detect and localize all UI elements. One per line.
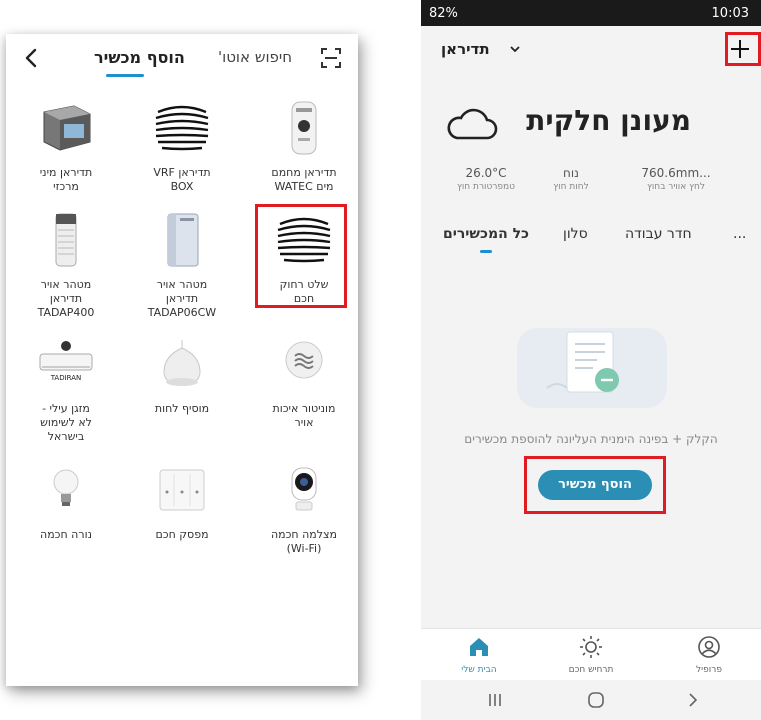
air-purifier-icon (167, 213, 199, 267)
weather-humidity: נוח לחות חוץ (553, 166, 589, 192)
device-tile-purifier-06cw[interactable]: מטהר אויר תדיראן TADAP06CW (132, 210, 232, 320)
device-tile-wall-ac[interactable]: TADIRAN מזגן עילי - לא לשימוש בישראל (16, 334, 116, 444)
bottom-nav: הבית שלי תרחיש חכם פרופיל (421, 628, 761, 681)
tab-add-device[interactable]: הוסף מכשיר (94, 48, 185, 67)
device-tile-vrf-box[interactable]: תדיראן VRF BOX (132, 98, 232, 194)
camera-icon (291, 467, 317, 511)
device-tile-water-heater[interactable]: תדיראן מחמם מים WATEC (254, 98, 354, 194)
device-tile-mini-central[interactable]: תדיראן מיני מרכזי (16, 98, 116, 194)
home-button-icon[interactable] (587, 691, 605, 709)
device-label: נורה חכמה (40, 528, 92, 541)
tadiran-logo-icon (155, 105, 209, 151)
water-heater-icon (291, 101, 317, 155)
empty-document-icon (517, 328, 667, 408)
empty-state-hint: הקלק + בפינה הימנית העליונה להוספת מכשיר… (464, 432, 718, 446)
device-label: מוסיף לחות (154, 402, 210, 415)
device-label: תדיראן מיני מרכזי (39, 166, 93, 193)
device-tile-bulb[interactable]: נורה חכמה (16, 460, 116, 542)
bulb-icon (53, 469, 79, 506)
device-label: מוניטור איכות אויר (272, 402, 336, 429)
device-tile-humidifier[interactable]: מוסיף לחות (132, 334, 232, 416)
device-tile-air-quality[interactable]: מוניטור איכות אויר (254, 334, 354, 430)
humidifier-icon (163, 340, 201, 386)
sun-icon (580, 636, 602, 658)
weather-temperature: 26.0°C טמפרטורת חוץ (457, 166, 515, 192)
room-tab-all[interactable]: כל המכשירים (443, 226, 529, 242)
highlight-plus (725, 32, 761, 66)
device-label: מטהר אויר תדיראן TADAP06CW (147, 278, 217, 319)
mini-central-ac-icon (43, 105, 91, 151)
weather-condition: מעונן חלקית (526, 104, 691, 137)
room-tab-living[interactable]: סלון (563, 226, 588, 242)
device-tile-switch[interactable]: מפסק חכם (132, 460, 232, 542)
add-device-header: הוסף מכשיר חיפוש אוטו' (6, 34, 358, 86)
device-label: מזגן עילי - לא לשימוש בישראל (40, 402, 92, 443)
device-label: מפסק חכם (155, 528, 209, 541)
highlight-smart-remote (255, 204, 347, 308)
system-nav-bar (421, 680, 761, 720)
room-tab-indicator (480, 250, 492, 253)
home-icon (470, 638, 488, 656)
cloud-icon (447, 108, 498, 140)
device-tile-purifier-400[interactable]: מטהר אויר תדיראן TADAP400 (16, 210, 116, 320)
device-tile-camera[interactable]: מצלמה חכמה (Wi-Fi) (254, 460, 354, 556)
air-quality-icon (285, 341, 323, 379)
highlight-add-device (524, 456, 666, 514)
nav-home[interactable]: הבית שלי (439, 629, 519, 675)
back-arrow-icon[interactable] (20, 46, 44, 70)
tab-auto-search[interactable]: חיפוש אוטו' (218, 48, 292, 66)
add-device-screen: הוסף מכשיר חיפוש אוטו' תדיראן מחמם מים W… (6, 34, 358, 686)
tab-active-indicator (106, 74, 144, 77)
svg-text:TADIRAN: TADIRAN (50, 374, 82, 382)
home-selector[interactable]: תדיראן (441, 40, 490, 58)
device-label: מצלמה חכמה (Wi-Fi) (270, 528, 338, 555)
device-label: מטהר אויר תדיראן TADAP400 (37, 278, 95, 319)
recents-icon[interactable] (487, 692, 503, 708)
weather-pressure: 760.6mm... לחץ אוויר בחוץ (641, 166, 711, 192)
battery-level: 82% (429, 6, 458, 21)
device-label: תדיראן מחמם מים WATEC (271, 166, 337, 193)
switch-icon (159, 469, 205, 511)
device-label: תדיראן VRF BOX (153, 166, 211, 193)
home-screen: 82% 10:03 תדיראן מעונן חלקית 760.6mm... … (421, 0, 761, 720)
more-icon[interactable]: ... (733, 226, 746, 242)
scan-icon[interactable] (320, 47, 342, 69)
status-time: 10:03 (711, 6, 749, 21)
profile-icon (698, 636, 720, 658)
nav-smart-scene[interactable]: תרחיש חכם (551, 629, 631, 675)
room-tab-office[interactable]: חדר עבודה (625, 226, 692, 242)
nav-profile[interactable]: פרופיל (669, 629, 749, 675)
air-purifier-tower-icon (55, 213, 77, 267)
status-bar: 82% 10:03 (421, 0, 761, 26)
back-icon[interactable] (685, 692, 701, 708)
chevron-down-icon[interactable] (509, 43, 521, 55)
wall-ac-icon: TADIRAN (39, 341, 93, 382)
